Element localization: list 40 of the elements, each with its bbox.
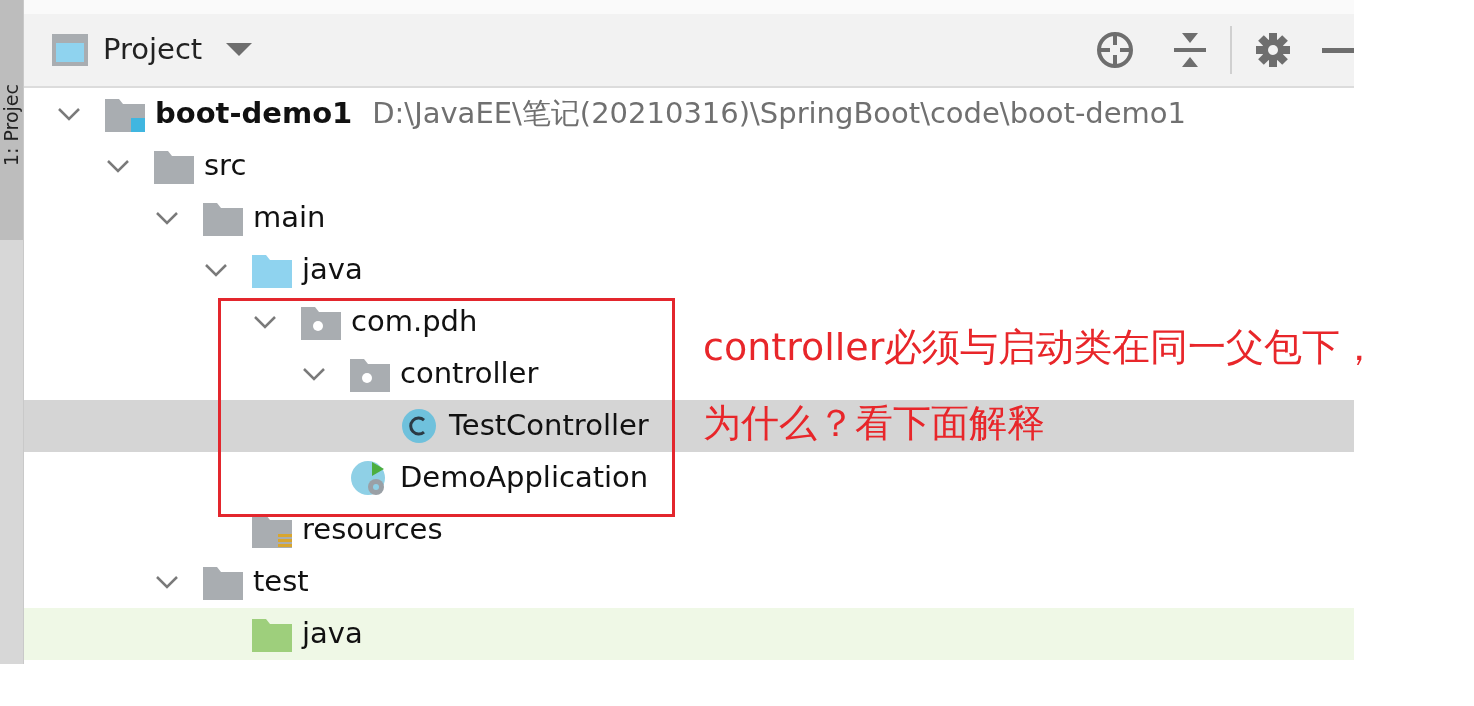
- item-label: boot-demo1: [155, 95, 353, 133]
- tree-item[interactable]: TestController: [24, 400, 684, 452]
- tree-item[interactable]: src: [24, 140, 684, 192]
- item-label: controller: [400, 355, 539, 393]
- project-path: D:\JavaEE\笔记(20210316)\SpringBoot\code\boot-demo1: [372, 95, 1187, 133]
- source-folder-icon: [252, 252, 294, 288]
- module-folder-icon: [105, 96, 147, 132]
- tree-item[interactable]: main: [24, 192, 684, 244]
- package-icon: [301, 304, 343, 340]
- tree-item[interactable]: com.pdh: [24, 296, 684, 348]
- locate-icon[interactable]: [1096, 31, 1134, 69]
- item-label: resources: [302, 511, 443, 549]
- item-label: java: [302, 251, 363, 289]
- package-icon: [350, 356, 392, 392]
- side-tab[interactable]: 1: Projec: [0, 0, 23, 240]
- test-folder-icon: [252, 616, 294, 652]
- panel-title: Project: [103, 31, 203, 69]
- folder-icon: [203, 564, 245, 600]
- item-label: DemoApplication: [400, 459, 649, 497]
- item-label: src: [204, 147, 247, 185]
- annotation-text: 为什么？看下面解释: [703, 404, 1045, 442]
- minimize-icon[interactable]: [1322, 47, 1354, 53]
- item-label: TestController: [449, 407, 649, 445]
- dropdown-caret-icon[interactable]: [226, 43, 253, 57]
- tree-item[interactable]: boot-demo1 D:\JavaEE\笔记(20210316)\SpringBoot\code\boot-demo1: [24, 88, 1187, 140]
- item-label: java: [302, 615, 363, 653]
- collapse-all-icon[interactable]: [1174, 33, 1206, 67]
- tree-item[interactable]: java: [24, 244, 684, 296]
- tree-item[interactable]: DemoApplication: [24, 452, 684, 504]
- item-label: main: [253, 199, 326, 237]
- item-label: com.pdh: [351, 303, 478, 341]
- side-tab-label: 1: Projec: [0, 83, 23, 166]
- project-window-icon: [51, 33, 89, 67]
- tree-item[interactable]: test: [24, 556, 684, 608]
- tree-item[interactable]: resources: [24, 504, 684, 556]
- tree-item[interactable]: controller: [24, 348, 684, 400]
- item-label: test: [253, 563, 309, 601]
- folder-icon: [154, 148, 196, 184]
- annotation-text: controller必须与启动类在同一父包下，: [703, 328, 1379, 366]
- folder-icon: [203, 200, 245, 236]
